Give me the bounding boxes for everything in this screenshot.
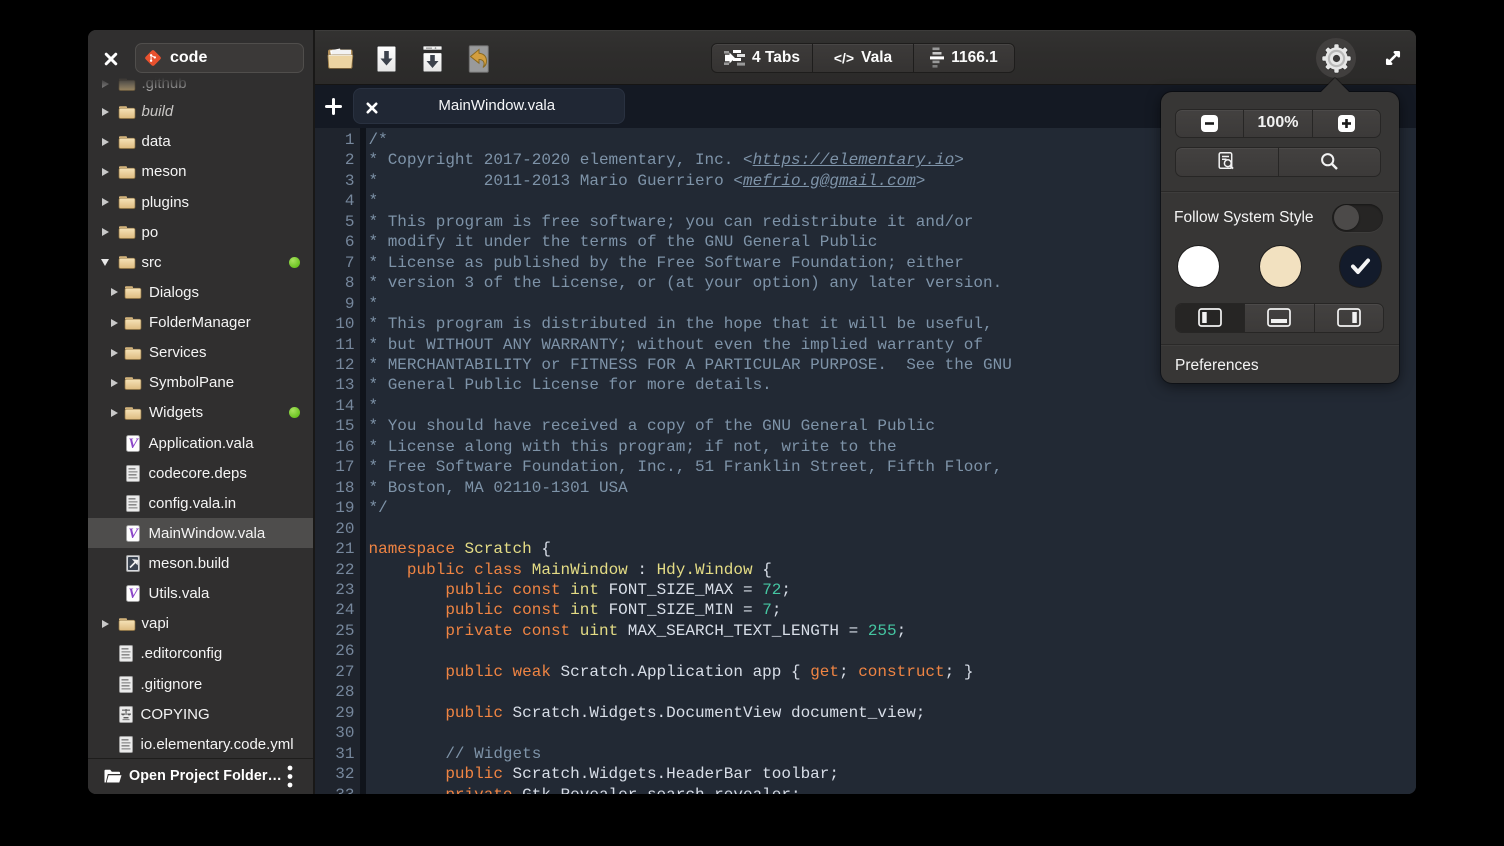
svg-text:V: V bbox=[128, 435, 139, 451]
svg-text:V: V bbox=[128, 526, 139, 542]
svg-text:V: V bbox=[128, 586, 139, 602]
